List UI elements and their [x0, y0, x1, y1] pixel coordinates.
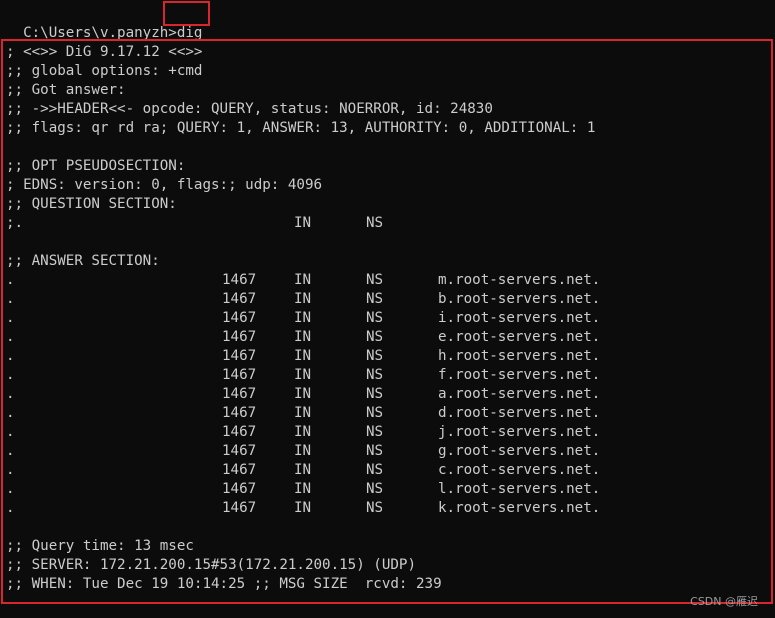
answer-row: . 1467 IN NS b.root-servers.net.: [6, 290, 766, 309]
header-line: ;; global options: +cmd: [6, 63, 203, 79]
answer-section-title: ;; ANSWER SECTION:: [6, 253, 160, 269]
answer-value: f.root-servers.net.: [438, 367, 601, 383]
answer-type: NS: [366, 367, 384, 383]
answer-row: . 1467 IN NS k.root-servers.net.: [6, 499, 766, 518]
question-row: ;. IN NS: [6, 214, 766, 233]
question-section-title: ;; QUESTION SECTION:: [6, 196, 177, 212]
answer-ttl: 1467: [222, 367, 257, 383]
question-class: IN: [294, 215, 312, 231]
header-line: ;; flags: qr rd ra; QUERY: 1, ANSWER: 13…: [6, 120, 596, 136]
answer-type: NS: [366, 405, 384, 421]
answer-row: . 1467 IN NS d.root-servers.net.: [6, 404, 766, 423]
answer-value: d.root-servers.net.: [438, 405, 601, 421]
answer-value: j.root-servers.net.: [438, 424, 601, 440]
command-highlight-box: [163, 1, 210, 26]
answer-value: m.root-servers.net.: [438, 272, 601, 288]
answer-value: c.root-servers.net.: [438, 462, 601, 478]
answer-class: IN: [294, 500, 312, 516]
answer-type: NS: [366, 386, 384, 402]
answer-name: .: [6, 348, 15, 364]
answer-value: l.root-servers.net.: [438, 481, 601, 497]
answer-value: b.root-servers.net.: [438, 291, 601, 307]
answer-name: .: [6, 462, 15, 478]
answer-name: .: [6, 272, 15, 288]
header-line: ;; Got answer:: [6, 82, 126, 98]
answer-class: IN: [294, 367, 312, 383]
answer-class: IN: [294, 405, 312, 421]
answer-row: . 1467 IN NS i.root-servers.net.: [6, 309, 766, 328]
query-time-line: ;; Query time: 13 msec: [6, 538, 194, 554]
answer-ttl: 1467: [222, 462, 257, 478]
answer-type: NS: [366, 424, 384, 440]
answer-ttl: 1467: [222, 386, 257, 402]
answer-type: NS: [366, 272, 384, 288]
answer-ttl: 1467: [222, 310, 257, 326]
answer-ttl: 1467: [222, 329, 257, 345]
answer-ttl: 1467: [222, 424, 257, 440]
answer-value: g.root-servers.net.: [438, 443, 601, 459]
answer-name: .: [6, 405, 15, 421]
answer-type: NS: [366, 481, 384, 497]
answer-value: k.root-servers.net.: [438, 500, 601, 516]
watermark: CSDN @雁迟: [690, 595, 758, 608]
answer-row: . 1467 IN NS f.root-servers.net.: [6, 366, 766, 385]
answer-class: IN: [294, 310, 312, 326]
answer-value: h.root-servers.net.: [438, 348, 601, 364]
answer-class: IN: [294, 386, 312, 402]
answer-ttl: 1467: [222, 405, 257, 421]
answer-row: . 1467 IN NS c.root-servers.net.: [6, 461, 766, 480]
answer-name: .: [6, 481, 15, 497]
answer-ttl: 1467: [222, 272, 257, 288]
answer-row: . 1467 IN NS e.root-servers.net.: [6, 328, 766, 347]
answer-name: .: [6, 386, 15, 402]
answer-row: . 1467 IN NS l.root-servers.net.: [6, 480, 766, 499]
answer-type: NS: [366, 310, 384, 326]
question-type: NS: [366, 215, 384, 231]
answer-ttl: 1467: [222, 443, 257, 459]
answer-name: .: [6, 367, 15, 383]
answer-class: IN: [294, 272, 312, 288]
answer-class: IN: [294, 481, 312, 497]
answer-type: NS: [366, 348, 384, 364]
answer-value: i.root-servers.net.: [438, 310, 601, 326]
answer-type: NS: [366, 500, 384, 516]
header-line: ;; ->>HEADER<<- opcode: QUERY, status: N…: [6, 101, 493, 117]
answer-class: IN: [294, 462, 312, 478]
answer-type: NS: [366, 443, 384, 459]
answer-row: . 1467 IN NS j.root-servers.net.: [6, 423, 766, 442]
answer-name: .: [6, 443, 15, 459]
answer-class: IN: [294, 348, 312, 364]
answer-ttl: 1467: [222, 348, 257, 364]
opt-section-title: ;; OPT PSEUDOSECTION:: [6, 158, 186, 174]
answer-row: . 1467 IN NS a.root-servers.net.: [6, 385, 766, 404]
when-line: ;; WHEN: Tue Dec 19 10:14:25 ;; MSG SIZE…: [6, 576, 442, 592]
answer-ttl: 1467: [222, 500, 257, 516]
answer-class: IN: [294, 443, 312, 459]
answer-row: . 1467 IN NS m.root-servers.net.: [6, 271, 766, 290]
answer-type: NS: [366, 291, 384, 307]
answer-class: IN: [294, 291, 312, 307]
answer-type: NS: [366, 462, 384, 478]
answer-class: IN: [294, 424, 312, 440]
answer-value: e.root-servers.net.: [438, 329, 601, 345]
answer-type: NS: [366, 329, 384, 345]
answer-name: .: [6, 291, 15, 307]
answer-name: .: [6, 329, 15, 345]
server-line: ;; SERVER: 172.21.200.15#53(172.21.200.1…: [6, 557, 416, 573]
answer-value: a.root-servers.net.: [438, 386, 601, 402]
answer-ttl: 1467: [222, 291, 257, 307]
answer-name: .: [6, 500, 15, 516]
header-line: ; <<>> DiG 9.17.12 <<>>: [6, 44, 203, 60]
question-name: ;.: [6, 215, 24, 231]
answer-class: IN: [294, 329, 312, 345]
answer-ttl: 1467: [222, 481, 257, 497]
edns-line: ; EDNS: version: 0, flags:; udp: 4096: [6, 177, 323, 193]
answer-name: .: [6, 424, 15, 440]
answer-name: .: [6, 310, 15, 326]
answer-row: . 1467 IN NS h.root-servers.net.: [6, 347, 766, 366]
answer-row: . 1467 IN NS g.root-servers.net.: [6, 442, 766, 461]
